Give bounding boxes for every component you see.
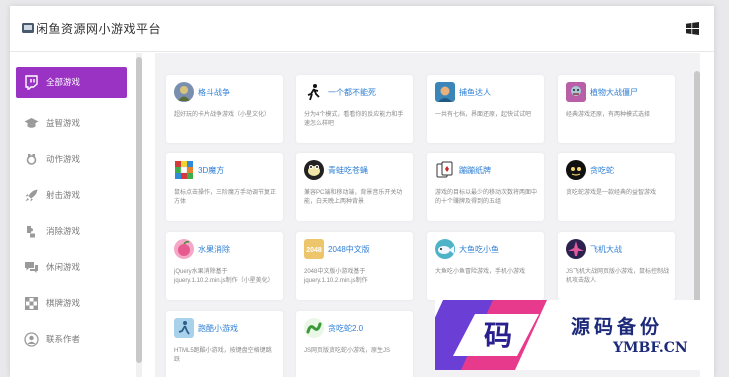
game-title[interactable]: 捕鱼达人 (459, 87, 491, 98)
sidebar-item-label: 益智游戏 (46, 118, 81, 128)
sidebar-item-label: 联系作者 (46, 334, 81, 344)
snake-icon (566, 160, 586, 180)
sidebar-item-action-games[interactable]: 动作游戏 (16, 144, 127, 175)
game-description: 大鱼吃小鱼冒险游戏，手机小游戏 (435, 269, 526, 275)
game-card[interactable]: 贪吃蛇 贪吃蛇游戏是一款经典的益智游戏 (558, 153, 675, 221)
svg-text:2048: 2048 (306, 247, 322, 254)
game-description: 贪吃蛇游戏是一款经典的益智游戏 (566, 190, 657, 196)
game-card[interactable]: 植物大战僵尸 经典游戏还原，有两种模式选择 (558, 75, 675, 143)
game-card[interactable]: 跑酷小游戏 HTML5跑酷小游戏，按键盘空格键跳跃 (166, 311, 283, 377)
gamepad-icon (22, 23, 34, 33)
game-description: 一共有七档，界面还原，起快试试吧 (435, 112, 532, 118)
game-description: 超好玩的卡片战争游戏（小星文化） (174, 112, 271, 118)
game-title[interactable]: 2048中文版 (328, 244, 370, 255)
fruit-icon (174, 239, 194, 259)
sidebar-item-casual-games[interactable]: 休闲游戏 (16, 252, 127, 283)
game-card[interactable]: 格斗战争 超好玩的卡片战争游戏（小星文化） (166, 75, 283, 143)
app-title: 闲鱼资源网小游戏平台 (36, 22, 162, 36)
graduation-cap-icon (24, 118, 39, 128)
plane-icon (566, 239, 586, 259)
sidebar-item-match-games[interactable]: 消除游戏 (16, 216, 127, 247)
game-title[interactable]: 飞机大战 (590, 244, 622, 255)
game-card[interactable]: 3D魔方 鼠标点击操作，三阶魔方手动调节复正方体 (166, 153, 283, 221)
sidebar-item-label: 动作游戏 (46, 154, 81, 164)
game-title[interactable]: 植物大战僵尸 (590, 87, 638, 98)
game-card[interactable]: 蹦蹦纸牌 游戏的目标以最少的移动次数将两面中的十个赚牌及得到的五组 (427, 153, 544, 221)
game-card[interactable]: 捕鱼达人 一共有七档，界面还原，起快试试吧 (427, 75, 544, 143)
sidebar-item-all-games[interactable]: 全部游戏 (16, 67, 127, 98)
rubiks-cube-icon (174, 160, 194, 180)
sidebar-item-puzzle-games[interactable]: 益智游戏 (16, 108, 127, 139)
rocket-icon (25, 189, 38, 202)
user-circle-icon (24, 332, 39, 347)
game-description: 经典游戏还原，有两种模式选择 (566, 112, 651, 118)
sidebar-item-board-games[interactable]: 棋牌游戏 (16, 288, 127, 319)
game-description: 鼠标点击操作，三阶魔方手动调节复正方体 (174, 190, 277, 205)
sidebar-scrollbar-thumb[interactable] (136, 57, 142, 363)
frog-icon (304, 160, 324, 180)
sidebar-item-label: 消除游戏 (46, 226, 81, 236)
fishing-icon (435, 82, 455, 102)
sidebar-item-label: 休闲游戏 (46, 262, 81, 272)
game-title[interactable]: 大鱼吃小鱼 (459, 244, 499, 255)
sidebar-item-shooting-games[interactable]: 射击游戏 (16, 180, 127, 211)
game-description: JS网页版贪吃蛇小游戏，原生JS (304, 348, 391, 354)
app-header: 闲鱼资源网小游戏平台 (10, 6, 714, 52)
game-description: 2048中文版小游戏基于jquery.1.10.2.min.js制作 (304, 269, 368, 284)
game-title[interactable]: 3D魔方 (198, 165, 224, 176)
game-description: JS飞机大战网页版小游戏，鼠标控制战机攻击敌人 (566, 269, 670, 284)
twitch-icon (25, 75, 38, 90)
game-description: jQuery水果消除基于jquery.1.10.2.min.js制作（小星美化） (174, 269, 274, 284)
2048-icon: 2048 (304, 239, 324, 259)
puzzle-icon (27, 226, 35, 238)
watermark-name: 源码备份 (571, 316, 664, 338)
dumbbell-icon (26, 154, 37, 165)
sidebar: 全部游戏 益智游戏 动作游戏 射击游戏 消除游戏 休闲游戏 棋牌游戏 联系作者 (10, 53, 146, 377)
game-description: 兼容PC端和移动端，背景音乐开关功能，白天晚上两种背景 (304, 190, 403, 205)
sidebar-item-label: 全部游戏 (46, 77, 81, 87)
sidebar-item-contact-author[interactable]: 联系作者 (16, 324, 127, 355)
game-card[interactable]: 贪吃蛇2.0 JS网页版贪吃蛇小游戏，原生JS (296, 311, 413, 377)
game-title[interactable]: 一个都不能死 (328, 87, 376, 98)
watermark-glyph: 码 (484, 319, 512, 352)
game-card[interactable]: 飞机大战 JS飞机大战网页版小游戏，鼠标控制战机攻击敌人 (558, 232, 675, 300)
running-man-icon (304, 82, 324, 102)
chess-board-icon (25, 297, 38, 310)
watermark: 码 源码备份 YMBF.CN (435, 300, 714, 370)
parkour-icon (174, 318, 194, 338)
game-card[interactable]: 一个都不能死 分为4个模式，看看你的反应能力和手速怎么样吧 (296, 75, 413, 143)
game-title[interactable]: 格斗战争 (198, 87, 230, 98)
warrior-icon (174, 82, 194, 102)
game-description: HTML5跑酷小游戏，按键盘空格键跳跃 (174, 348, 272, 363)
content-scrollbar-thumb[interactable] (694, 71, 700, 315)
game-card[interactable]: 大鱼吃小鱼 大鱼吃小鱼冒险游戏，手机小游戏 (427, 232, 544, 300)
watermark-logo: 码 (435, 300, 547, 370)
game-title[interactable]: 青蛙吃苍蝇 (328, 165, 368, 176)
sidebar-scrollbar[interactable] (136, 53, 142, 377)
game-card[interactable]: 青蛙吃苍蝇 兼容PC端和移动端，背景音乐开关功能，白天晚上两种背景 (296, 153, 413, 221)
game-title[interactable]: 蹦蹦纸牌 (459, 165, 491, 176)
chat-icon (25, 262, 38, 273)
watermark-domain: YMBF.CN (613, 340, 688, 356)
game-description: 分为4个模式，看看你的反应能力和手速怎么样吧 (304, 112, 404, 127)
sidebar-item-label: 射击游戏 (46, 190, 81, 200)
zombie-icon (566, 82, 586, 102)
game-title[interactable]: 水果消除 (198, 244, 230, 255)
big-fish-icon (435, 239, 455, 259)
windows-icon[interactable] (686, 22, 699, 35)
game-title[interactable]: 贪吃蛇2.0 (328, 323, 363, 334)
game-title[interactable]: 跑酷小游戏 (198, 323, 238, 334)
snake2-icon (304, 318, 324, 338)
game-description: 游戏的目标以最少的移动次数将两面中的十个赚牌及得到的五组 (435, 190, 538, 205)
game-title[interactable]: 贪吃蛇 (590, 165, 614, 176)
sidebar-item-label: 棋牌游戏 (46, 298, 81, 308)
cards-icon (435, 160, 455, 180)
game-card[interactable]: 水果消除 jQuery水果消除基于jquery.1.10.2.min.js制作（… (166, 232, 283, 300)
game-card[interactable]: 2048 2048中文版 2048中文版小游戏基于jquery.1.10.2.m… (296, 232, 413, 300)
